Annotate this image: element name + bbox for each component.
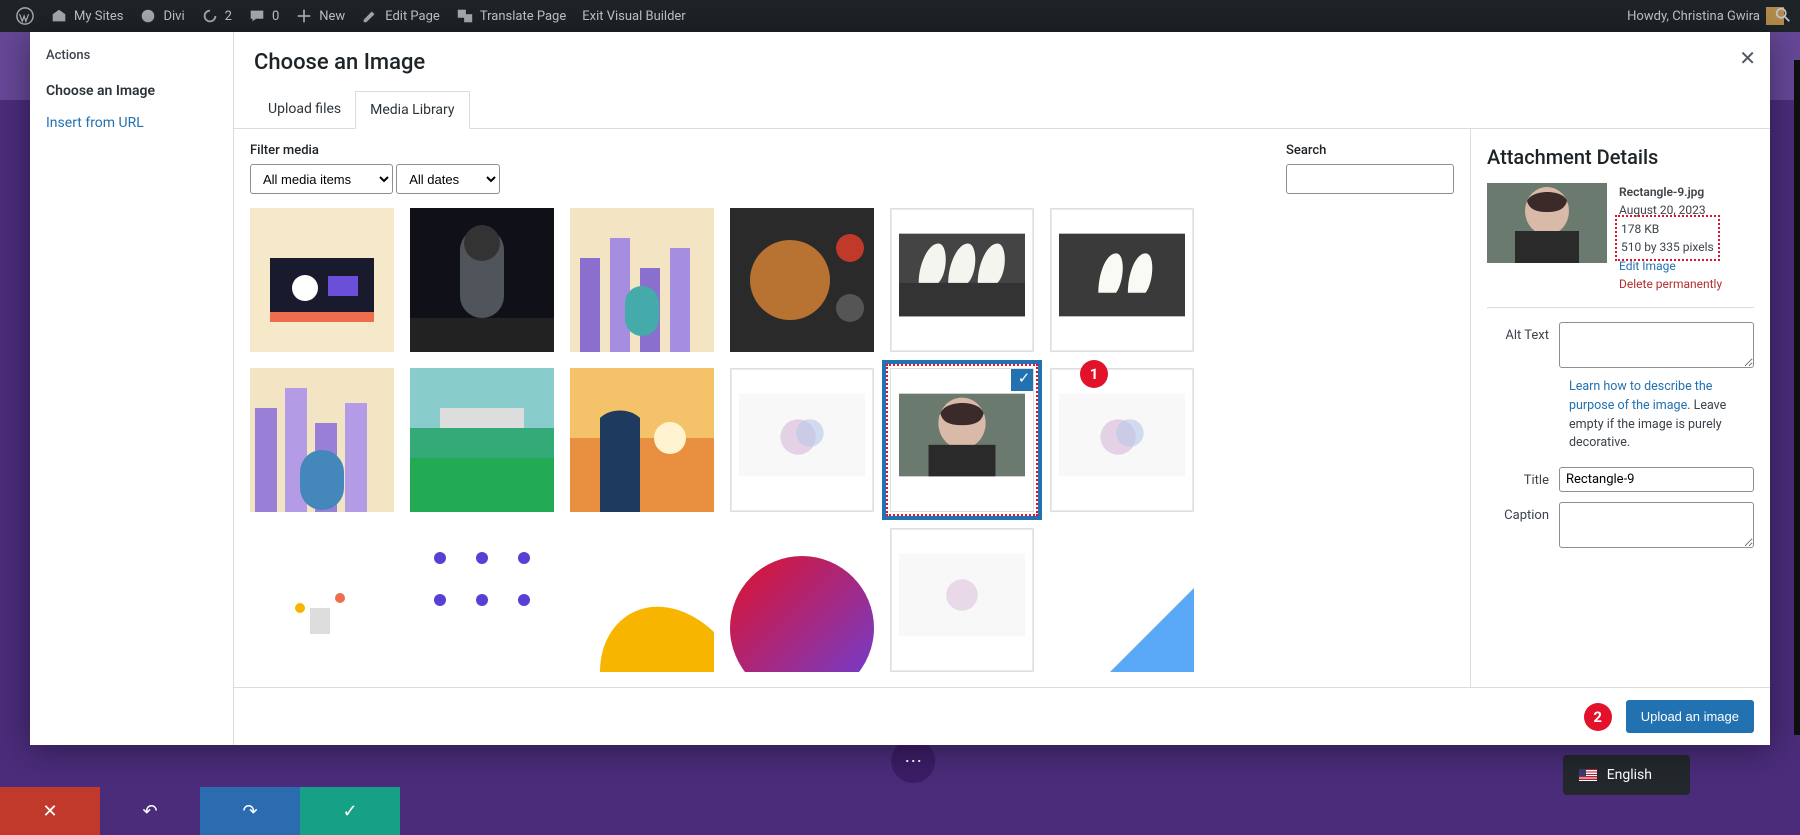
caption-input[interactable]	[1559, 502, 1754, 548]
details-dimensions: 510 by 335 pixels	[1621, 238, 1714, 256]
title-input[interactable]	[1559, 467, 1754, 492]
modal-title: Choose an Image	[254, 50, 1750, 75]
caption-label: Caption	[1487, 502, 1559, 523]
media-item-selected[interactable]: ✓	[890, 368, 1034, 512]
annotation-marker-1: 1	[1080, 360, 1108, 388]
flag-us-icon	[1579, 769, 1597, 781]
close-icon[interactable]: ✕	[1739, 46, 1756, 70]
language-switcher[interactable]: English	[1563, 755, 1690, 795]
media-item[interactable]	[570, 208, 714, 352]
filter-label: Filter media	[250, 143, 500, 158]
updates[interactable]: 2	[193, 0, 240, 32]
media-item[interactable]	[1050, 208, 1194, 352]
details-thumbnail	[1487, 183, 1607, 263]
annotation-marker-2: 2	[1584, 703, 1612, 731]
comments[interactable]: 0	[240, 0, 287, 32]
media-item[interactable]	[250, 368, 394, 512]
exit-visual-builder[interactable]: Exit Visual Builder	[574, 0, 693, 32]
undo-button[interactable]: ↶	[100, 787, 200, 835]
media-item[interactable]	[730, 368, 874, 512]
media-item[interactable]	[1050, 368, 1194, 512]
filter-date-select[interactable]: All dates	[396, 164, 500, 194]
redo-button[interactable]: ↷	[200, 787, 300, 835]
check-icon: ✓	[1011, 368, 1034, 391]
modal-footer: 2 Upload an image	[234, 687, 1770, 745]
sidebar-heading: Actions	[46, 48, 217, 63]
wp-logo[interactable]	[8, 0, 42, 32]
tab-upload-files[interactable]: Upload files	[254, 91, 355, 128]
translate-page[interactable]: Translate Page	[448, 0, 574, 32]
alt-text-input[interactable]	[1559, 322, 1754, 368]
media-item[interactable]	[730, 528, 874, 672]
media-item[interactable]	[570, 528, 714, 672]
builder-fab[interactable]: ⋯	[891, 739, 935, 783]
modal-main: Choose an Image ✕ Upload files Media Lib…	[234, 32, 1770, 745]
media-item[interactable]	[410, 208, 554, 352]
right-edge-bar	[1794, 60, 1800, 735]
my-sites[interactable]: My Sites	[42, 0, 131, 32]
media-item[interactable]	[890, 528, 1034, 672]
filter-type-select[interactable]: All media items	[250, 164, 393, 194]
alt-text-label: Alt Text	[1487, 322, 1559, 343]
details-heading: Attachment Details	[1487, 145, 1754, 169]
media-item[interactable]	[890, 208, 1034, 352]
howdy-user[interactable]: Howdy, Christina Gwira	[1619, 0, 1792, 32]
title-label: Title	[1487, 467, 1559, 488]
sidebar-insert-url[interactable]: Insert from URL	[46, 107, 217, 139]
details-filesize: 178 KB	[1621, 220, 1714, 238]
delete-permanently-link[interactable]: Delete permanently	[1619, 275, 1754, 293]
wp-admin-bar: My Sites Divi 2 0 New Edit Page Translat…	[0, 0, 1800, 32]
media-item[interactable]	[1050, 528, 1194, 672]
alt-help-text: Learn how to describe the purpose of the…	[1569, 378, 1754, 453]
modal-sidebar: Actions Choose an Image Insert from URL	[30, 32, 234, 745]
upload-image-button[interactable]: Upload an image	[1626, 700, 1754, 733]
media-item[interactable]	[410, 368, 554, 512]
sidebar-choose-image[interactable]: Choose an Image	[46, 75, 217, 107]
media-item[interactable]	[250, 208, 394, 352]
media-grid: ✓	[250, 208, 1454, 673]
media-item[interactable]	[570, 368, 714, 512]
edit-image-link[interactable]: Edit Image	[1619, 257, 1754, 275]
details-date: August 20, 2023	[1619, 201, 1754, 219]
new[interactable]: New	[287, 0, 353, 32]
media-item[interactable]	[250, 528, 394, 672]
tab-row: Upload files Media Library	[234, 91, 1770, 129]
media-item[interactable]	[410, 528, 554, 672]
media-panel: Filter media All media items All dates S…	[234, 129, 1470, 687]
builder-bottom-bar: ✕ ↶ ↷ ✓	[0, 787, 400, 835]
attachment-details: Attachment Details Rectangle-9.jpg Augus…	[1470, 129, 1770, 687]
tab-media-library[interactable]: Media Library	[355, 91, 469, 129]
search-label: Search	[1286, 143, 1454, 158]
close-button[interactable]: ✕	[0, 787, 100, 835]
media-modal: Actions Choose an Image Insert from URL …	[30, 32, 1770, 745]
media-item[interactable]	[730, 208, 874, 352]
site-divi[interactable]: Divi	[131, 0, 192, 32]
search-input[interactable]	[1286, 164, 1454, 194]
search-icon[interactable]	[1774, 6, 1792, 28]
save-button[interactable]: ✓	[300, 787, 400, 835]
details-filename: Rectangle-9.jpg	[1619, 183, 1754, 201]
edit-page[interactable]: Edit Page	[353, 0, 448, 32]
